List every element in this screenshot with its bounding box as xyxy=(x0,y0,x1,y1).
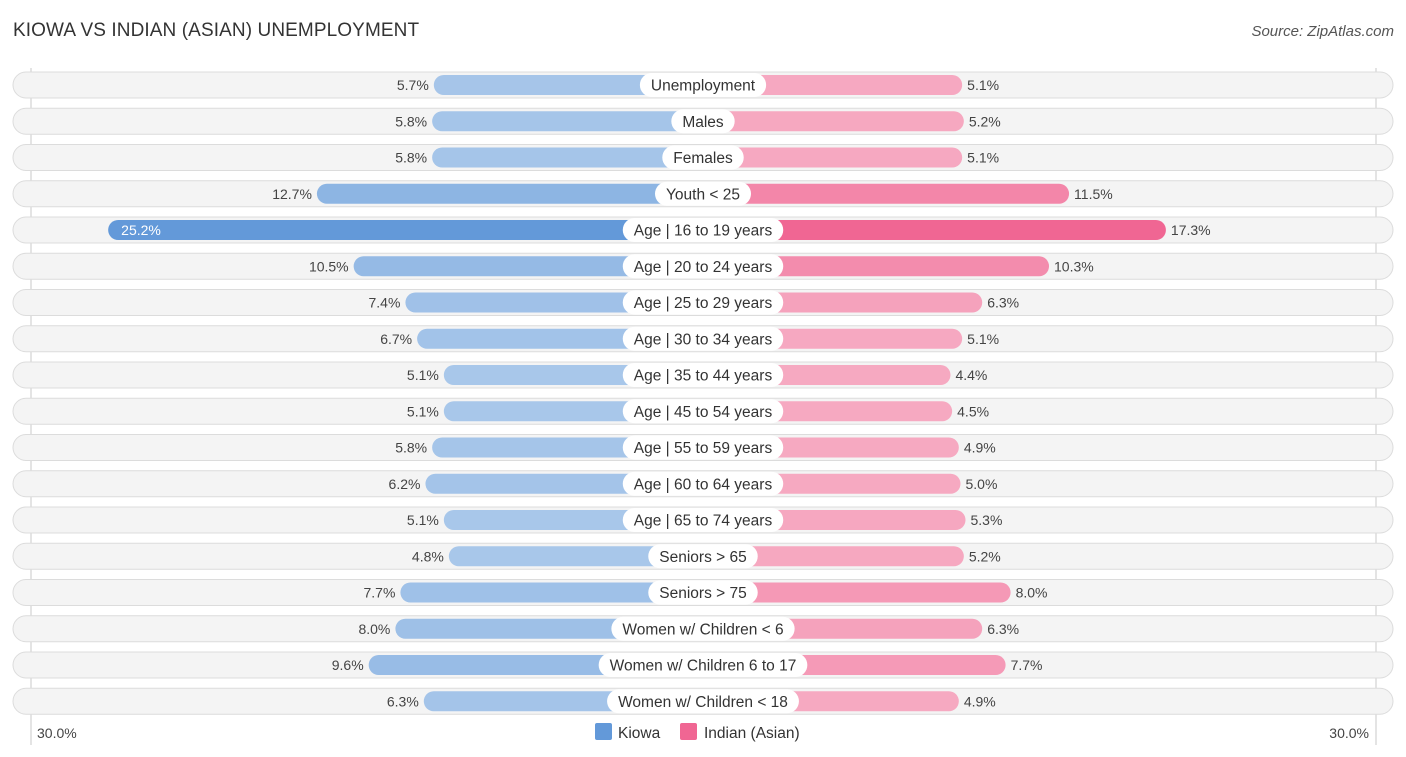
value-label-kiowa: 5.1% xyxy=(407,403,439,419)
category-label: Seniors > 65 xyxy=(659,549,746,566)
value-label-indian-asian: 17.3% xyxy=(1171,222,1211,238)
value-label-kiowa: 5.1% xyxy=(407,512,439,528)
value-label-indian-asian: 6.3% xyxy=(987,295,1019,311)
value-label-kiowa: 5.7% xyxy=(397,77,429,93)
legend-swatch-indian-asian xyxy=(680,723,697,740)
category-label: Unemployment xyxy=(651,78,756,95)
value-label-indian-asian: 7.7% xyxy=(1011,657,1043,673)
legend-label-indian-asian: Indian (Asian) xyxy=(704,725,800,742)
value-label-kiowa: 9.6% xyxy=(332,657,364,673)
category-label: Age | 65 to 74 years xyxy=(634,513,773,530)
value-label-indian-asian: 4.5% xyxy=(957,403,989,419)
value-label-indian-asian: 6.3% xyxy=(987,621,1019,637)
value-label-indian-asian: 11.5% xyxy=(1074,186,1113,202)
value-label-indian-asian: 4.9% xyxy=(964,693,996,709)
category-label: Males xyxy=(682,114,724,131)
value-label-kiowa: 25.2% xyxy=(121,222,161,238)
bar-kiowa[interactable] xyxy=(432,111,703,132)
category-label: Age | 45 to 54 years xyxy=(634,404,773,421)
value-label-kiowa: 5.8% xyxy=(395,150,427,166)
chart-row: 6.2% 5.0% Age | 60 to 64 years xyxy=(12,470,1394,498)
chart-row: 12.7% 11.5% Youth < 25 xyxy=(12,180,1394,208)
legend: Kiowa Indian (Asian) xyxy=(595,723,800,742)
chart-row: 4.8% 5.2% Seniors > 65 xyxy=(12,542,1394,570)
chart-rows: 5.7% 5.1% Unemployment 5.8% 5.2% Males 5.8% 5.1… xyxy=(12,68,1394,745)
chart-row: 5.7% 5.1% Unemployment xyxy=(12,71,1394,99)
value-label-indian-asian: 5.1% xyxy=(967,150,999,166)
legend-item-indian-asian[interactable]: Indian (Asian) xyxy=(680,723,800,742)
category-label: Females xyxy=(673,150,733,167)
chart-row: 6.7% 5.1% Age | 30 to 34 years xyxy=(12,325,1394,353)
legend-swatch-kiowa xyxy=(595,723,612,740)
value-label-indian-asian: 5.3% xyxy=(971,512,1003,528)
category-label: Age | 25 to 29 years xyxy=(634,295,773,312)
bar-indian-asian[interactable] xyxy=(703,111,964,132)
value-label-kiowa: 7.4% xyxy=(368,295,400,311)
value-label-indian-asian: 5.1% xyxy=(967,77,999,93)
category-label: Age | 20 to 24 years xyxy=(634,259,773,276)
category-label: Women w/ Children < 6 xyxy=(622,621,783,638)
chart-row: 5.1% 4.4% Age | 35 to 44 years xyxy=(12,361,1394,389)
chart-row: 5.1% 5.3% Age | 65 to 74 years xyxy=(12,506,1394,534)
axis-label-right: 30.0% xyxy=(1329,725,1369,741)
value-label-indian-asian: 5.0% xyxy=(966,476,998,492)
category-label: Seniors > 75 xyxy=(659,585,746,602)
value-label-indian-asian: 4.4% xyxy=(955,367,987,383)
chart-row: 7.4% 6.3% Age | 25 to 29 years xyxy=(12,289,1394,316)
category-label: Women w/ Children 6 to 17 xyxy=(610,658,797,675)
chart-axis: 30.0% 30.0% xyxy=(37,725,1369,741)
value-label-kiowa: 10.5% xyxy=(309,258,349,274)
bar-kiowa[interactable] xyxy=(108,220,703,240)
value-label-indian-asian: 5.1% xyxy=(967,331,999,347)
value-label-kiowa: 12.7% xyxy=(272,186,312,202)
chart-row: 8.0% 6.3% Women w/ Children < 6 xyxy=(12,615,1394,643)
chart-row: 5.8% 4.9% Age | 55 to 59 years xyxy=(12,434,1394,461)
value-label-indian-asian: 10.3% xyxy=(1054,258,1094,274)
value-label-kiowa: 5.1% xyxy=(407,367,439,383)
value-label-kiowa: 6.7% xyxy=(380,331,412,347)
bar-kiowa[interactable] xyxy=(316,183,703,204)
category-label: Age | 55 to 59 years xyxy=(634,440,773,457)
chart-area: 5.7% 5.1% Unemployment 5.8% 5.2% Males 5.8% 5.1… xyxy=(12,68,1394,745)
category-label: Age | 35 to 44 years xyxy=(634,368,773,385)
value-label-kiowa: 4.8% xyxy=(412,548,444,564)
value-label-kiowa: 7.7% xyxy=(363,585,395,601)
category-label: Women w/ Children < 18 xyxy=(618,694,788,711)
value-label-kiowa: 6.3% xyxy=(387,693,419,709)
category-label: Age | 30 to 34 years xyxy=(634,331,773,348)
chart-row: 5.8% 5.1% Females xyxy=(12,144,1394,171)
value-label-indian-asian: 5.2% xyxy=(969,548,1001,564)
value-label-kiowa: 5.8% xyxy=(395,440,427,456)
value-label-kiowa: 5.8% xyxy=(395,113,427,129)
chart-row: 25.2% 17.3% Age | 16 to 19 years xyxy=(12,216,1394,244)
axis-label-left: 30.0% xyxy=(37,725,77,741)
category-label: Age | 60 to 64 years xyxy=(634,476,773,493)
legend-label-kiowa: Kiowa xyxy=(618,725,661,742)
value-label-indian-asian: 4.9% xyxy=(964,440,996,456)
chart-row: 5.8% 5.2% Males xyxy=(12,107,1394,135)
value-label-kiowa: 6.2% xyxy=(389,476,421,492)
category-label: Age | 16 to 19 years xyxy=(634,223,773,240)
chart-row: 9.6% 7.7% Women w/ Children 6 to 17 xyxy=(12,651,1394,679)
chart-row: 6.3% 4.9% Women w/ Children < 18 xyxy=(12,687,1394,715)
value-label-kiowa: 8.0% xyxy=(358,621,390,637)
bar-indian-asian[interactable] xyxy=(703,183,1070,204)
chart-row: 5.1% 4.5% Age | 45 to 54 years xyxy=(12,397,1394,425)
value-label-indian-asian: 5.2% xyxy=(969,113,1001,129)
value-label-indian-asian: 8.0% xyxy=(1016,585,1048,601)
chart-row: 7.7% 8.0% Seniors > 75 xyxy=(12,579,1394,606)
legend-item-kiowa[interactable]: Kiowa xyxy=(595,723,661,742)
category-label: Youth < 25 xyxy=(666,186,740,203)
chart-row: 10.5% 10.3% Age | 20 to 24 years xyxy=(12,252,1394,280)
